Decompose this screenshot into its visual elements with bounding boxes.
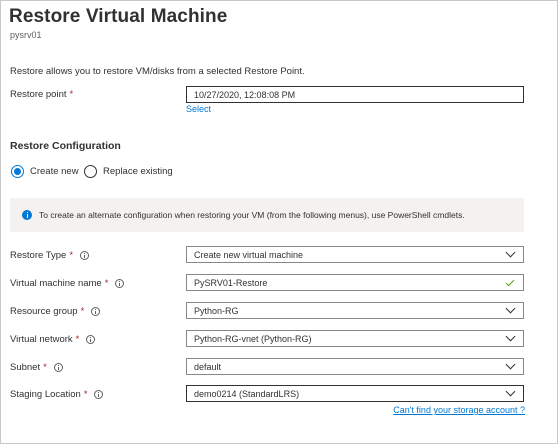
staging-location-label: Staging Location * bbox=[10, 389, 104, 400]
required-marker: * bbox=[75, 334, 80, 345]
required-marker: * bbox=[80, 306, 85, 317]
select-restore-point-link[interactable]: Select bbox=[186, 104, 211, 114]
virtual-network-label-text: Virtual network bbox=[10, 334, 73, 345]
page-title: Restore Virtual Machine bbox=[9, 6, 228, 27]
vm-name-input[interactable]: PySRV01-Restore bbox=[186, 274, 524, 291]
radio-create-new[interactable]: Create new bbox=[11, 165, 79, 178]
checkmark-icon bbox=[505, 277, 515, 286]
info-icon[interactable] bbox=[115, 279, 125, 288]
required-marker: * bbox=[69, 250, 74, 261]
info-message-bar: To create an alternate configuration whe… bbox=[10, 198, 524, 232]
restore-configuration-heading: Restore Configuration bbox=[10, 140, 121, 152]
virtual-network-label: Virtual network * bbox=[10, 334, 96, 345]
required-marker: * bbox=[104, 278, 109, 289]
chevron-down-icon bbox=[505, 331, 516, 342]
vm-name-value: PySRV01-Restore bbox=[194, 277, 268, 288]
vm-name-label: Virtual machine name * bbox=[10, 278, 125, 289]
resource-group-label: Resource group * bbox=[10, 306, 101, 317]
resource-group-value: Python-RG bbox=[194, 305, 239, 316]
virtual-network-dropdown[interactable]: Python-RG-vnet (Python-RG) bbox=[186, 330, 524, 347]
required-marker: * bbox=[43, 362, 47, 373]
radio-replace-existing-label: Replace existing bbox=[103, 166, 173, 177]
required-marker: * bbox=[69, 89, 74, 100]
chevron-down-icon bbox=[505, 247, 516, 258]
staging-location-dropdown[interactable]: demo0214 (StandardLRS) bbox=[186, 385, 524, 402]
resource-group-label-text: Resource group bbox=[10, 306, 78, 317]
info-icon[interactable] bbox=[91, 307, 101, 316]
chevron-down-icon bbox=[505, 386, 516, 397]
info-icon[interactable] bbox=[53, 363, 63, 372]
chevron-down-icon bbox=[505, 359, 516, 370]
subnet-label: Subnet * bbox=[10, 362, 63, 373]
subnet-dropdown[interactable]: default bbox=[186, 358, 524, 375]
restore-point-label: Restore point * bbox=[10, 89, 73, 100]
info-icon[interactable] bbox=[86, 335, 96, 344]
chevron-down-icon bbox=[505, 303, 516, 314]
vm-name-label-text: Virtual machine name bbox=[10, 278, 102, 289]
staging-location-label-text: Staging Location bbox=[10, 389, 81, 400]
radio-create-new-label: Create new bbox=[30, 166, 79, 177]
page-subtitle: pysrv01 bbox=[10, 30, 42, 40]
restore-point-field[interactable]: 10/27/2020, 12:08:08 PM bbox=[186, 86, 524, 103]
radio-create-new-indicator[interactable] bbox=[11, 165, 24, 178]
subnet-label-text: Subnet bbox=[10, 362, 41, 373]
resource-group-dropdown[interactable]: Python-RG bbox=[186, 302, 524, 319]
staging-location-value: demo0214 (StandardLRS) bbox=[194, 388, 300, 399]
info-icon bbox=[22, 210, 32, 220]
subnet-value: default bbox=[194, 361, 222, 372]
restore-type-value: Create new virtual machine bbox=[194, 249, 304, 260]
required-marker: * bbox=[83, 389, 88, 400]
restore-type-dropdown[interactable]: Create new virtual machine bbox=[186, 246, 524, 263]
radio-replace-existing[interactable]: Replace existing bbox=[84, 165, 173, 178]
cant-find-storage-link[interactable]: Can't find your storage account ? bbox=[393, 405, 525, 415]
info-message-text: To create an alternate configuration whe… bbox=[39, 210, 465, 220]
info-icon[interactable] bbox=[94, 390, 104, 399]
info-icon[interactable] bbox=[80, 251, 90, 260]
page-description: Restore allows you to restore VM/disks f… bbox=[10, 66, 305, 77]
restore-point-label-text: Restore point bbox=[10, 89, 67, 100]
restore-type-label: Restore Type * bbox=[10, 250, 90, 261]
restore-type-label-text: Restore Type bbox=[10, 250, 67, 261]
virtual-network-value: Python-RG-vnet (Python-RG) bbox=[194, 333, 312, 344]
restore-point-value: 10/27/2020, 12:08:08 PM bbox=[194, 89, 296, 100]
radio-replace-existing-indicator[interactable] bbox=[84, 165, 97, 178]
